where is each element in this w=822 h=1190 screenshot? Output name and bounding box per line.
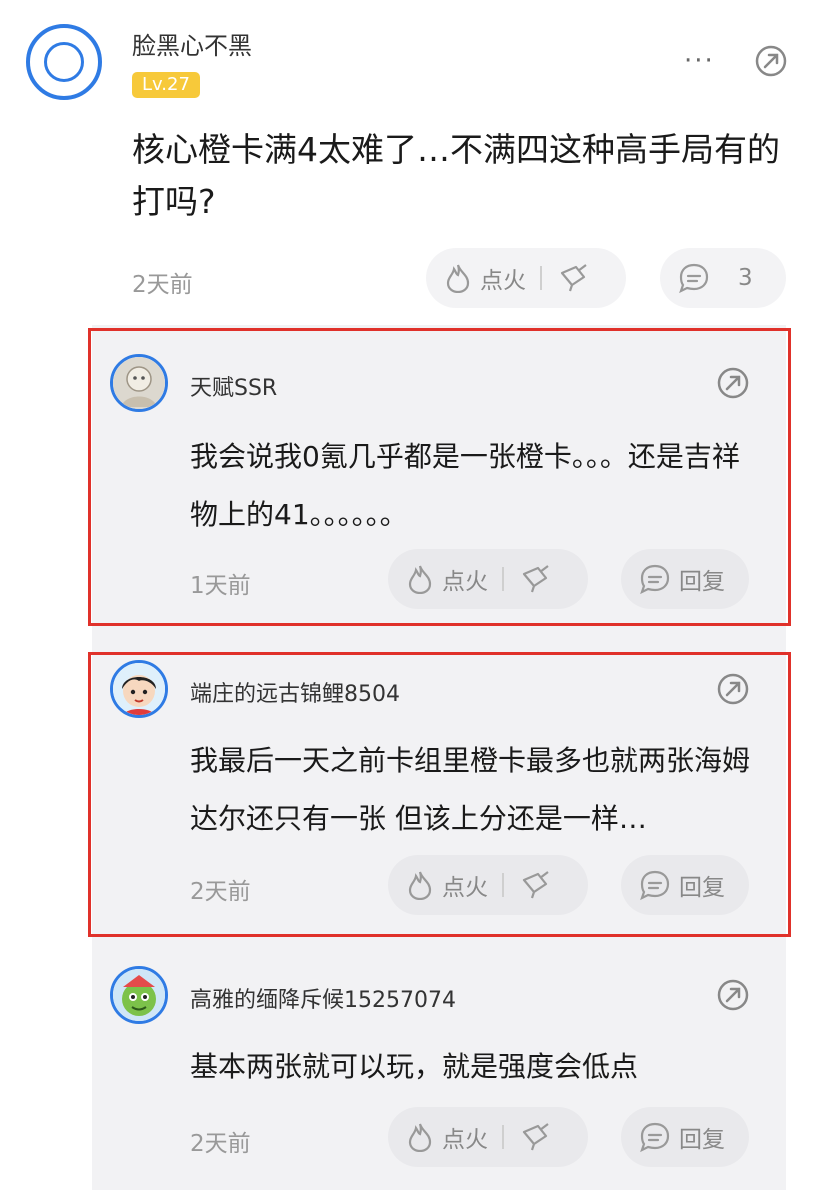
flame-icon bbox=[408, 1123, 432, 1152]
divider bbox=[540, 266, 542, 290]
ignite-button[interactable]: 点火 bbox=[388, 549, 588, 609]
reply-button[interactable]: 回复 bbox=[621, 1107, 749, 1167]
flame-icon bbox=[446, 264, 470, 293]
comment-count: 3 bbox=[738, 265, 753, 291]
comment-icon bbox=[640, 564, 670, 595]
extinguish-icon[interactable] bbox=[518, 564, 552, 594]
reply-time: 2天前 bbox=[190, 879, 251, 905]
post-text: 核心橙卡满4太难了…不满四这种高手局有的打吗? bbox=[132, 130, 780, 221]
extinguish-icon[interactable] bbox=[518, 1122, 552, 1152]
comment-button[interactable]: 3 bbox=[660, 248, 786, 308]
post-time: 2天前 bbox=[132, 272, 193, 298]
extinguish-icon[interactable] bbox=[556, 263, 590, 293]
reply-label: 回复 bbox=[679, 875, 725, 901]
ignite-button[interactable]: 点火 bbox=[388, 855, 588, 915]
reply-text: 我最后一天之前卡组里橙卡最多也就两张海姆达尔还只有一张 但该上分还是一样… bbox=[190, 744, 751, 835]
ignite-label: 点火 bbox=[442, 875, 488, 901]
reply-text: 我会说我0氪几乎都是一张橙卡。。。还是吉祥物上的41。。。。。。 bbox=[190, 440, 740, 531]
share-icon[interactable] bbox=[754, 44, 788, 78]
flame-icon bbox=[408, 565, 432, 594]
flame-icon bbox=[408, 871, 432, 900]
ignite-label: 点火 bbox=[442, 1127, 488, 1153]
avatar[interactable] bbox=[110, 660, 168, 718]
avatar-image bbox=[113, 663, 165, 715]
avatar[interactable] bbox=[110, 354, 168, 412]
post-username[interactable]: 脸黑心不黑 bbox=[132, 26, 252, 61]
reply-button[interactable]: 回复 bbox=[621, 549, 749, 609]
share-icon[interactable] bbox=[716, 978, 750, 1012]
avatar-image bbox=[113, 969, 165, 1021]
reply-time: 1天前 bbox=[190, 573, 251, 599]
share-icon[interactable] bbox=[716, 672, 750, 706]
reply-label: 回复 bbox=[679, 569, 725, 595]
divider bbox=[502, 1125, 504, 1149]
more-icon[interactable]: ··· bbox=[684, 46, 715, 76]
avatar-ring-icon bbox=[44, 42, 84, 82]
avatar[interactable] bbox=[110, 966, 168, 1024]
reply-text: 基本两张就可以玩，就是强度会低点 bbox=[190, 1050, 639, 1083]
avatar[interactable] bbox=[26, 24, 102, 100]
comment-icon bbox=[640, 1122, 670, 1153]
extinguish-icon[interactable] bbox=[518, 870, 552, 900]
reply-username[interactable]: 天赋SSR bbox=[190, 370, 277, 402]
level-badge: Lv.27 bbox=[132, 72, 200, 98]
comment-icon bbox=[640, 870, 670, 901]
ignite-button[interactable]: 点火 bbox=[388, 1107, 588, 1167]
reply-time: 2天前 bbox=[190, 1131, 251, 1157]
divider bbox=[502, 873, 504, 897]
divider bbox=[502, 567, 504, 591]
ignite-label: 点火 bbox=[480, 268, 526, 294]
comment-icon bbox=[679, 263, 709, 294]
ignite-label: 点火 bbox=[442, 569, 488, 595]
reply-label: 回复 bbox=[679, 1127, 725, 1153]
reply-username[interactable]: 高雅的缅降斥候15257074 bbox=[190, 982, 456, 1014]
share-icon[interactable] bbox=[716, 366, 750, 400]
ignite-button[interactable]: 点火 bbox=[426, 248, 626, 308]
reply-username[interactable]: 端庄的远古锦鲤8504 bbox=[190, 676, 400, 708]
avatar-image bbox=[113, 357, 165, 409]
reply-button[interactable]: 回复 bbox=[621, 855, 749, 915]
